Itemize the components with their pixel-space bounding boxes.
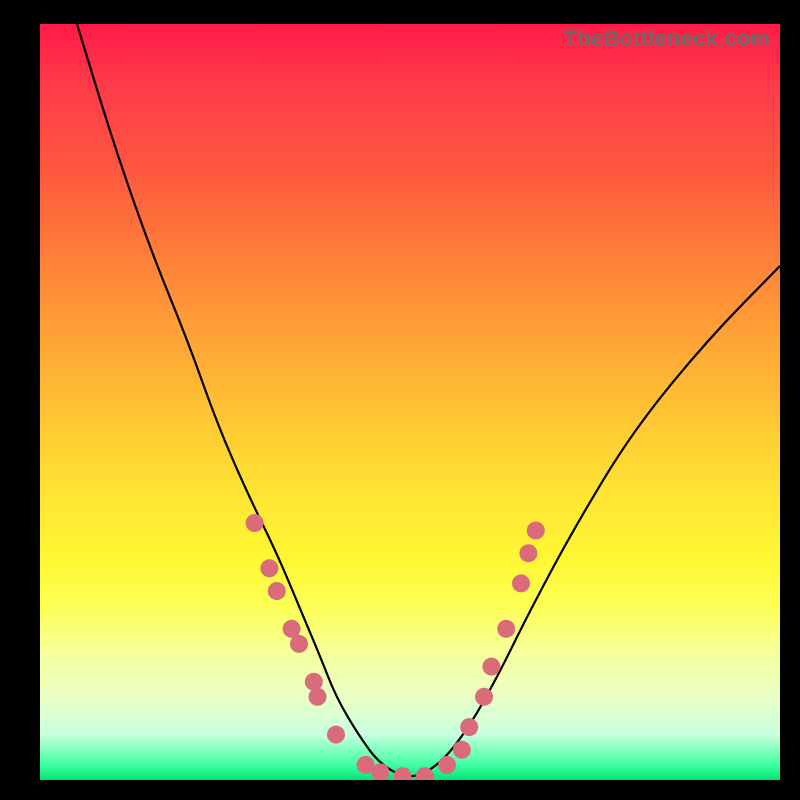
highlight-dot (394, 767, 412, 780)
highlight-dot (475, 688, 493, 706)
chart-frame: TheBottleneck.com (0, 0, 800, 800)
highlight-dot (309, 688, 327, 706)
highlight-dot (512, 574, 530, 592)
highlight-dot (290, 635, 308, 653)
highlight-dot (268, 582, 286, 600)
highlight-dot (327, 726, 345, 744)
highlight-dot (260, 559, 278, 577)
highlight-dot (527, 522, 545, 540)
bottleneck-curve (77, 24, 780, 776)
highlight-dot (246, 514, 264, 532)
chart-overlay (40, 24, 780, 780)
highlight-dot (460, 718, 478, 736)
chart-plot-area: TheBottleneck.com (40, 24, 780, 780)
highlight-dot (519, 544, 537, 562)
highlight-dot (438, 756, 456, 774)
highlight-dot (453, 741, 471, 759)
highlight-dot (497, 620, 515, 638)
highlight-dots (246, 514, 545, 780)
highlight-dot (482, 658, 500, 676)
highlight-dot (305, 673, 323, 691)
